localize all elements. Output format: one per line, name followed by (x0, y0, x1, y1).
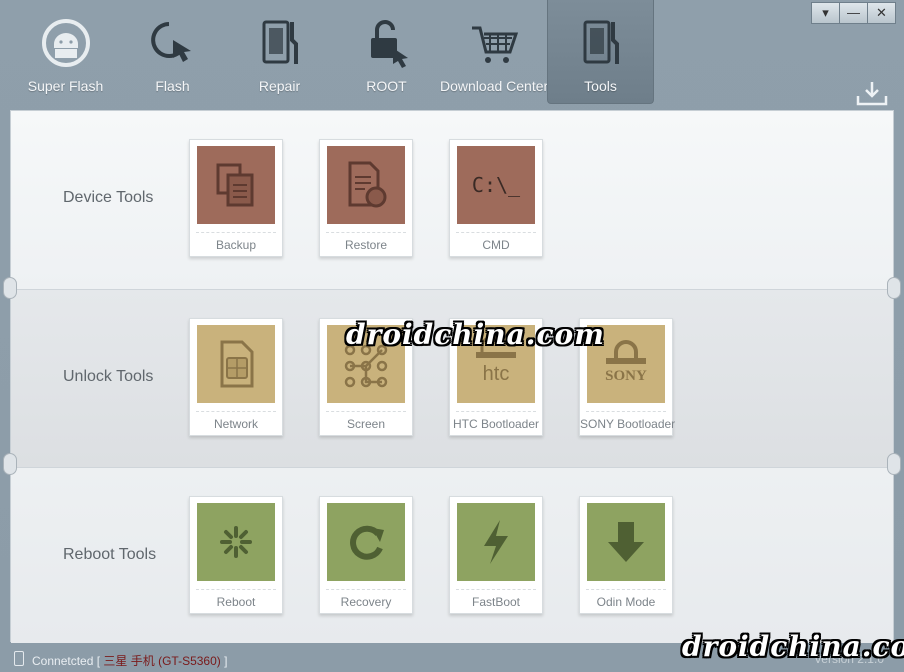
flash-touch-icon (150, 22, 191, 62)
tools-icon (583, 20, 619, 64)
phone-icon (14, 651, 24, 666)
odin-download-icon (608, 522, 644, 562)
cmd-tile[interactable]: C:\_ CMD (449, 139, 543, 257)
version-label: Version 2.1.0 (813, 652, 884, 666)
sony-lock-icon: SONY (605, 340, 647, 384)
tile-face (197, 325, 275, 403)
section-title: Unlock Tools (63, 368, 154, 385)
cmd-icon: C:\_ (471, 173, 521, 197)
left-notch (3, 277, 17, 299)
connection-status: Connetcted [ 三星 手机 (GT-S5360) ] (32, 652, 227, 669)
toolbar-label: Tools (584, 78, 617, 94)
section-title: Device Tools (63, 189, 154, 206)
toolbar-label: Flash (155, 78, 190, 94)
reboot-tile[interactable]: Reboot (189, 496, 283, 614)
toolbar-download-center[interactable]: Download Center (440, 0, 549, 104)
backup-icon (216, 163, 254, 207)
right-notch (887, 453, 901, 475)
main-toolbar: Super Flash Flash Repair ROOT Download C… (12, 0, 654, 104)
toolbar-flash[interactable]: Flash (119, 0, 226, 104)
unlock-tools-section: Unlock Tools Network Screen htc HTC Boot… (11, 289, 893, 467)
tile-label: SONY Bootloader (580, 417, 676, 431)
window-controls: ▾ — ✕ (811, 2, 896, 24)
tile-label: Reboot (216, 595, 256, 609)
tile-label: Restore (344, 238, 388, 252)
tile-face (457, 503, 535, 581)
fastboot-tile[interactable]: FastBoot (449, 496, 543, 614)
sim-card-icon (220, 340, 254, 388)
left-notch (3, 453, 17, 475)
svg-text:SONY: SONY (605, 368, 647, 384)
unlock-icon (370, 20, 408, 68)
device-tools-section: Device Tools Backup Restore C:\_ CMD (11, 111, 893, 289)
window-menu-button[interactable]: ▾ (811, 2, 840, 24)
tile-label: Network (213, 417, 258, 431)
recovery-tile[interactable]: Recovery (319, 496, 413, 614)
section-title: Reboot Tools (63, 546, 157, 563)
reboot-tools-section: Reboot Tools Reboot Recovery FastBoot Od… (11, 467, 893, 643)
tile-label: FastBoot (471, 595, 521, 609)
htc-bootloader-tile[interactable]: htc HTC Bootloader (449, 318, 543, 436)
toolbar-label: ROOT (366, 78, 407, 94)
right-notch (887, 277, 901, 299)
reboot-icon (220, 526, 252, 558)
tile-label: Recovery (340, 595, 392, 609)
fastboot-icon (484, 520, 508, 564)
restore-tile[interactable]: Restore (319, 139, 413, 257)
toolbar-super-flash[interactable]: Super Flash (12, 0, 119, 104)
backup-tile[interactable]: Backup (189, 139, 283, 257)
restore-icon (348, 161, 387, 208)
close-button[interactable]: ✕ (867, 2, 896, 24)
status-bar: Connetcted [ 三星 手机 (GT-S5360) ] Version … (0, 644, 904, 672)
toolbar-root[interactable]: ROOT (333, 0, 440, 104)
toolbar-label: Repair (258, 78, 301, 94)
odin-mode-tile[interactable]: Odin Mode (579, 496, 673, 614)
tile-label: Odin Mode (596, 595, 656, 609)
device-name: 三星 手机 (GT-S5360) (103, 654, 221, 668)
toolbar-tools[interactable]: Tools (547, 0, 654, 104)
tile-face (327, 503, 405, 581)
screen-tile[interactable]: Screen (319, 318, 413, 436)
pattern-lock-icon (344, 344, 388, 388)
tile-face: C:\_ (457, 146, 535, 224)
connected-label: Connetcted (32, 654, 94, 668)
bracket-close: ] (224, 654, 228, 668)
tile-face: SONY (587, 325, 665, 403)
tile-face: htc (457, 325, 535, 403)
tile-label: HTC Bootloader (452, 417, 540, 431)
toolbar-repair[interactable]: Repair (226, 0, 333, 104)
htc-lock-icon: htc (476, 336, 516, 385)
tile-face (587, 503, 665, 581)
network-tile[interactable]: Network (189, 318, 283, 436)
tile-face (197, 503, 275, 581)
tile-face (197, 146, 275, 224)
download-tray-icon[interactable] (856, 80, 888, 106)
bracket-open: [ (96, 654, 101, 668)
tile-label: Screen (346, 417, 386, 431)
tile-label: Backup (215, 238, 257, 252)
svg-text:htc: htc (483, 363, 510, 385)
cart-icon (471, 26, 518, 63)
recovery-icon (350, 525, 384, 560)
tile-face (327, 325, 405, 403)
sony-bootloader-tile[interactable]: SONY SONY Bootloader (579, 318, 676, 436)
tile-label: CMD (482, 238, 510, 252)
tools-panel: Device Tools Backup Restore C:\_ CMD Unl… (10, 110, 894, 643)
minimize-button[interactable]: — (839, 2, 868, 24)
repair-tablet-icon (262, 20, 298, 64)
toolbar-label: Super Flash (27, 78, 104, 94)
toolbar-label: Download Center (440, 78, 549, 94)
tile-face (327, 146, 405, 224)
android-sync-icon (41, 19, 90, 67)
app-window: ▾ — ✕ Super Flash Flash Repair ROOT Down… (0, 0, 904, 672)
